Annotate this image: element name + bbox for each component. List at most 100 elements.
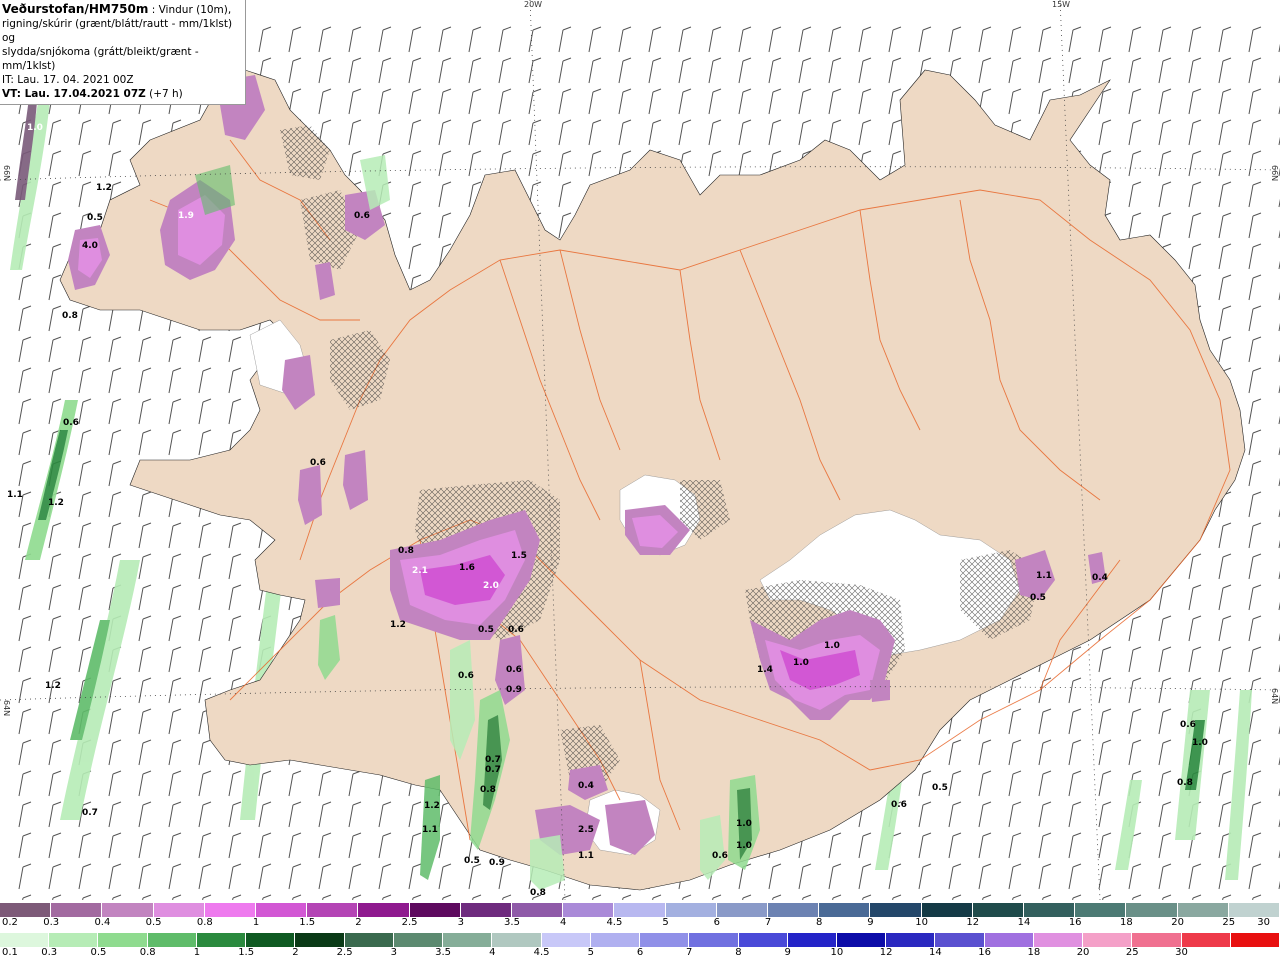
legend-label: 4 [489,947,496,958]
legend-swatch [1126,903,1178,917]
legend-swatch [1075,903,1127,917]
model-title: Veðurstofan/HM750m [2,2,149,16]
precip-value-label: 0.6 [506,665,522,675]
desc-line-2: rigning/skúrir (grænt/blátt/rautt - mm/1… [2,18,233,44]
legend-label: 2.5 [336,947,353,958]
precip-value-label: 1.9 [178,211,194,221]
precip-value-label: 0.7 [485,755,501,765]
legend-label: 6 [713,917,720,928]
legend-swatch [1024,903,1076,917]
legend-label: 2.5 [401,917,418,928]
legend-label: 1 [193,947,201,958]
rain-legend-colorbar [0,933,1280,947]
legend-label: 7 [764,917,772,928]
precip-value-label: 0.8 [398,546,414,556]
legend-swatch [344,933,394,947]
precip-value-label: 0.4 [1092,573,1108,583]
lat-label-66n-left: 66N [2,165,11,182]
legend-label: 20 [1076,947,1090,958]
precip-value-label: 2.0 [483,581,499,591]
legend-swatch [147,933,197,947]
legend-label: 0.5 [90,947,107,958]
snow-legend: 0.2 0.3 0.4 0.5 0.8 1 1.5 2 2.5 3 3.5 4 4.5 5 6 7 8 9 10 12… [0,900,1280,930]
legend-swatch [921,903,973,917]
precip-value-label: 1.0 [1192,738,1208,748]
legend-label: 2 [292,947,299,958]
precip-value-label: 1.2 [48,498,64,508]
precip-value-label: 0.8 [62,311,78,321]
precip-value-label: 1.1 [1036,571,1052,581]
legend-swatch [295,933,345,947]
precip-value-label: 0.5 [87,213,103,223]
legend-label: 14 [1017,917,1031,928]
legend-swatch [256,903,308,917]
precip-value-label: 0.5 [932,783,948,793]
precip-value-label: 1.6 [459,563,475,573]
legend-swatch [98,933,148,947]
legend-label: 3 [457,917,464,928]
legend-swatch [716,903,769,917]
precip-value-label: 0.8 [480,785,496,795]
legend-swatch [51,903,103,917]
legend-swatch [1181,933,1231,947]
legend-swatch [0,903,52,917]
legend-label: 10 [915,917,928,928]
legend-swatch [836,933,887,947]
precip-value-label: 1.2 [45,681,61,691]
legend-label: 0.5 [145,917,162,928]
legend-swatch [819,903,871,917]
precip-value-label: 1.0 [27,123,43,133]
precip-value-label: 0.6 [63,418,79,428]
legend-swatch [102,903,154,917]
precip-value-label: 1.2 [390,620,406,630]
legend-label: 2 [355,917,362,928]
precip-value-label: 0.7 [82,808,98,818]
precip-value-label: 0.9 [506,685,522,695]
weather-map[interactable]: 1.0 1.2 0.5 4.0 1.9 0.6 0.8 0.6 1.1 1.2 1.2 0.7 0.6 0… [0,0,1280,900]
precip-value-label: 1.4 [757,665,773,675]
rain-legend-labels: 0.1 0.3 0.5 0.8 1 1.5 2 2.5 3 3.5 4 4.5 5 6 7 8 9 10 12 14 1… [0,947,1280,960]
precip-value-label: 0.6 [508,625,524,635]
legend-swatch [541,933,591,947]
legend-label: 0.4 [94,917,111,928]
legend-label: 18 [1120,917,1133,928]
legend-swatch [1033,933,1084,947]
legend-swatch [984,933,1034,947]
precip-value-label: 1.0 [736,819,752,829]
legend-swatch [563,903,615,917]
precip-value-label: 0.8 [530,888,546,898]
precip-value-label: 0.4 [578,781,594,791]
legend-label: 7 [686,947,693,958]
precip-value-label: 0.6 [310,458,326,468]
legend-swatch [492,933,542,947]
precip-value-label: 0.6 [712,851,728,861]
legend-label: 16 [1068,917,1082,928]
legend-label: 0.3 [43,917,60,928]
legend-label: 5 [662,917,669,928]
forecast-info-box: Veðurstofan/HM750m : Vindur (10m), rigni… [0,0,246,105]
legend-swatch [460,903,513,917]
legend-label: 4.5 [606,917,623,928]
legend-label: 3.5 [435,947,452,958]
precip-value-label: 0.6 [354,211,370,221]
legend-label: 4.5 [533,947,550,958]
legend-swatch [153,903,205,917]
legend-label: 8 [735,947,742,958]
legend-swatch [768,903,820,917]
legend-swatch [640,933,690,947]
precip-value-label: 2.1 [412,566,428,576]
legend-label: 4 [560,917,567,928]
snow-legend-colorbar [0,903,1280,917]
legend-swatch [1177,903,1229,917]
legend-label: 25 [1125,947,1139,958]
precip-value-label: 4.0 [82,241,98,251]
precip-value-label: 1.1 [7,490,23,500]
legend-label: 9 [867,917,874,928]
legend-swatch [1230,933,1280,947]
legend-swatch [886,933,936,947]
legend-swatch [787,933,837,947]
legend-label: 0.1 [2,947,18,958]
legend-label: 16 [978,947,991,958]
legend-label: 9 [784,947,791,958]
legend-label: 1.5 [238,947,255,958]
